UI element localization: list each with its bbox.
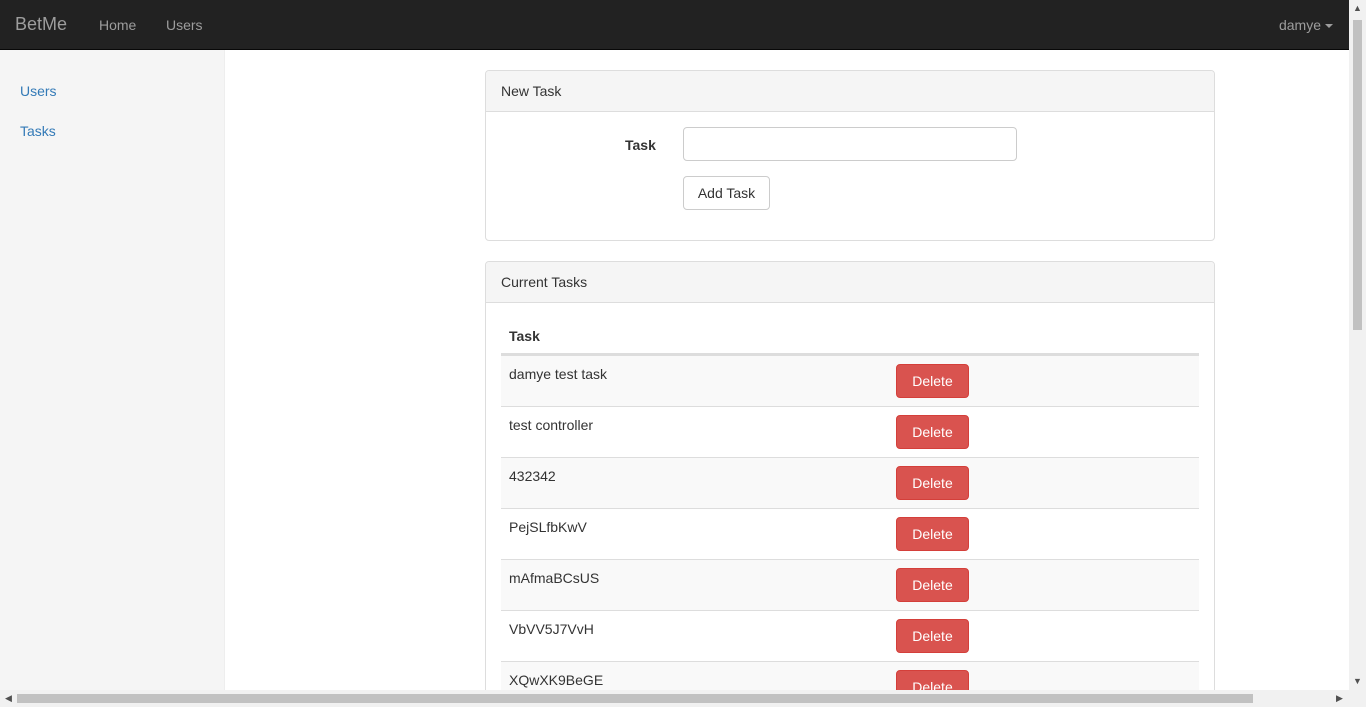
task-name: PejSLfbKwV: [509, 519, 587, 535]
current-tasks-heading: Current Tasks: [486, 262, 1214, 303]
table-row: damye test task Delete: [501, 355, 1199, 406]
add-task-button[interactable]: Add Task: [683, 176, 770, 210]
delete-button[interactable]: Delete: [896, 415, 969, 449]
current-tasks-panel: Current Tasks Task damye test task Delet…: [485, 261, 1215, 701]
task-name: test controller: [509, 417, 594, 433]
nav-link-users[interactable]: Users: [166, 17, 203, 33]
table-row: VbVV5J7VvH Delete: [501, 610, 1199, 661]
task-name: mAfmaBCsUS: [509, 570, 600, 586]
nav-link-home[interactable]: Home: [99, 17, 136, 33]
scroll-right-icon[interactable]: ▶: [1336, 694, 1343, 703]
new-task-panel: New Task Task Add Task: [485, 70, 1215, 241]
tasks-table: Task damye test task Delete test control…: [501, 318, 1199, 700]
user-name: damye: [1278, 17, 1321, 33]
task-name: XQwXK9BeGE: [509, 672, 604, 688]
delete-button[interactable]: Delete: [896, 517, 969, 551]
sidebar: Users Tasks: [0, 50, 225, 690]
task-name: VbVV5J7VvH: [509, 621, 594, 637]
scroll-left-icon[interactable]: ◀: [5, 694, 12, 703]
scroll-up-icon[interactable]: ▲: [1353, 4, 1362, 13]
caret-down-icon: [1325, 24, 1333, 29]
new-task-heading: New Task: [486, 71, 1214, 112]
task-name: damye test task: [509, 366, 608, 382]
delete-button[interactable]: Delete: [896, 568, 969, 602]
delete-button[interactable]: Delete: [896, 364, 969, 398]
sidebar-item-tasks[interactable]: Tasks: [20, 123, 56, 139]
table-row: 432342 Delete: [501, 457, 1199, 508]
task-name: 432342: [509, 468, 556, 484]
user-dropdown[interactable]: damye: [1279, 17, 1333, 33]
table-row: test controller Delete: [501, 406, 1199, 457]
vertical-scroll-thumb[interactable]: [1353, 20, 1362, 330]
task-input[interactable]: [683, 127, 1017, 161]
top-navbar: BetMe Home Users damye: [0, 0, 1349, 50]
sidebar-item-users[interactable]: Users: [20, 83, 57, 99]
vertical-scrollbar[interactable]: ▲ ▼: [1349, 0, 1366, 690]
table-row: mAfmaBCsUS Delete: [501, 559, 1199, 610]
scroll-down-icon[interactable]: ▼: [1353, 677, 1362, 686]
delete-button[interactable]: Delete: [896, 619, 969, 653]
task-column-header: Task: [501, 318, 1199, 355]
delete-button[interactable]: Delete: [896, 466, 969, 500]
brand-link[interactable]: BetMe: [15, 14, 67, 35]
horizontal-scrollbar[interactable]: ◀ ▶: [0, 690, 1366, 707]
task-label: Task: [625, 137, 656, 153]
horizontal-scroll-thumb[interactable]: [17, 694, 1253, 703]
table-row: PejSLfbKwV Delete: [501, 508, 1199, 559]
